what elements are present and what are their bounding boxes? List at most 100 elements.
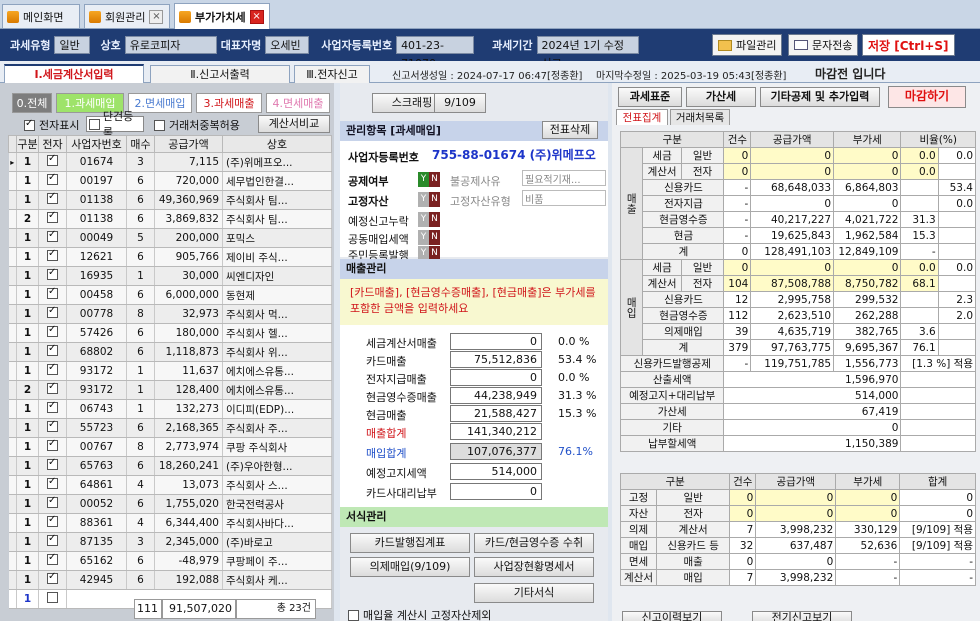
checkbox-icon[interactable] [47,172,58,185]
tab-e-filing[interactable]: Ⅲ.전자신고 [294,65,370,83]
duplicate-allow-toggle[interactable]: 거래처중복허용 [154,117,240,133]
checkbox-icon[interactable] [47,438,58,451]
table-row[interactable]: 1 651626-48,979쿠팡페이 주... [8,551,332,571]
delete-all-button[interactable]: 전표삭제 [542,121,598,139]
table-row[interactable]: 1 6880261,118,873주식회사 위... [8,342,332,362]
company-field[interactable]: 유로코피자 [124,36,217,54]
other-forms-button[interactable]: 기타서식 [474,583,594,603]
rep-field[interactable]: 오세빈 [265,36,310,54]
fixed-type-select[interactable]: 비품 [522,190,606,206]
sales-row-input[interactable]: 21,588,427 [450,405,542,422]
close-icon[interactable]: × [149,9,164,24]
tab-client-list[interactable]: 거래처목록 [670,109,730,125]
penalty-button[interactable]: 가산세 [686,87,756,107]
checkbox-icon[interactable] [47,476,58,489]
table-row[interactable]: 1 8836146,344,400주식회사바다... [8,513,332,533]
deduct-yn[interactable]: YN [418,171,440,187]
sales-row-input[interactable]: 0 [450,369,542,386]
fixed-yn[interactable]: YN [418,191,440,207]
exclude-fixed-toggle[interactable]: 매입율 계산시 고정자산제외 [348,607,491,621]
checkbox-icon[interactable] [47,324,58,337]
close-period-button[interactable]: 마감하기 [888,86,966,108]
table-row[interactable]: 1 001976720,000세무법인한결... [8,171,332,191]
checkbox-icon[interactable] [24,118,35,131]
tab-members[interactable]: 회원관리 × [84,4,170,28]
card-receipt-button[interactable]: 카드/현금영수증 수취 [474,533,594,553]
checkbox-icon[interactable] [47,191,58,204]
tax-type-field[interactable]: 일반 [54,36,91,54]
save-button[interactable]: 저장 [Ctrl+S] [862,34,955,56]
filter-all[interactable]: 0.전체 [12,93,52,113]
table-row[interactable]: 1 0045866,000,000동현제 [8,285,332,305]
table-row[interactable]: 1 01138649,360,969주식회사 팀... [8,190,332,210]
checkbox-icon[interactable] [47,552,58,565]
close-icon[interactable]: × [249,9,264,24]
checkbox-icon[interactable] [47,533,58,546]
checkbox-icon[interactable] [47,400,58,413]
checkbox-icon[interactable] [47,514,58,527]
compare-button[interactable]: 계산서비교 [258,115,330,133]
sales-row-input[interactable]: 0 [450,333,542,350]
checkbox-icon[interactable] [47,305,58,318]
tab-voucher-summary[interactable]: 전표집계 [616,109,668,125]
table-row[interactable]: 193172111,637에치에스유통... [8,361,332,381]
table-row[interactable]: 1 574266180,000주식회사 헬... [8,323,332,343]
nondeduct-select[interactable]: 필요적기재... [522,170,606,186]
checkbox-icon[interactable] [348,609,359,621]
sales-row-input[interactable]: 44,238,949 [450,387,542,404]
table-row[interactable]: 1 126216905,766제이비 주식... [8,247,332,267]
table-row[interactable]: 1 8713532,345,000(주)바로고 [8,532,332,552]
table-row[interactable]: 1 429456192,088주식회사 케... [8,570,332,590]
checkbox-icon[interactable] [47,571,58,584]
table-row[interactable]: ▸1 0167437,115(주)위메프오... [8,152,332,172]
checkbox-icon[interactable] [47,381,58,394]
table-row[interactable]: 1 64861413,073주식회사 스... [8,475,332,495]
checkbox-icon[interactable] [47,286,58,299]
electronic-toggle[interactable]: 전자표시 [24,117,79,133]
table-row[interactable]: 1067431132,273이디피(EDP)... [8,399,332,419]
single-entry-toggle[interactable]: 단건등록 [86,110,144,139]
filter-exempt-sales[interactable]: 4.면세매출 [266,93,330,113]
filter-taxed-sales[interactable]: 3.과세매출 [196,93,262,113]
table-row[interactable]: 1 00778832,973주식회사 먹... [8,304,332,324]
checkbox-icon[interactable] [47,592,58,603]
table-row[interactable]: 1 5572362,168,365주식회사 주... [8,418,332,438]
sms-button[interactable]: 문자전송 [788,34,859,56]
checkbox-icon[interactable] [47,457,58,470]
tab-main[interactable]: 메인화면 [2,4,80,28]
table-row[interactable]: 116935130,000씨엔디자인 [8,266,332,286]
checkbox-icon[interactable] [89,118,100,130]
file-manage-button[interactable]: 파일관리 [712,34,783,56]
other-deduct-button[interactable]: 기타공제 및 추가입력 [760,87,880,107]
checkbox-icon[interactable] [47,210,58,223]
table-row[interactable]: 1 0005261,755,020한국전력공사 [8,494,332,514]
checkbox-icon[interactable] [47,419,58,432]
tab-report-print[interactable]: Ⅱ.신고서출력 [150,65,290,83]
business-status-button[interactable]: 사업장현황명세서 [474,557,594,577]
checkbox-icon[interactable] [47,267,58,280]
tax-base-button[interactable]: 과세표준 [618,87,682,107]
prepaid-input[interactable]: 514,000 [450,463,542,480]
tab-vat[interactable]: 부가가치세 × [174,3,270,29]
card-summary-button[interactable]: 카드발행집계표 [350,533,470,553]
checkbox-icon[interactable] [47,229,58,242]
checkbox-icon[interactable] [47,343,58,356]
history-button[interactable]: 신고이력보기 [622,611,722,621]
period-field[interactable]: 2024년 1기 수정신고 [536,36,639,70]
deemed-purchase-button[interactable]: 의제매입(9/109) [350,557,470,577]
tab-invoice-input[interactable]: Ⅰ.세금계산서입력 [4,64,144,84]
checkbox-icon[interactable] [154,119,165,131]
card-agent-input[interactable]: 0 [450,483,542,500]
checkbox-icon[interactable] [47,495,58,508]
prev-report-button[interactable]: 전기신고보기 [752,611,852,621]
table-row[interactable]: 1 65763618,260,241(주)우아한형... [8,456,332,476]
table-row[interactable]: 2 931721128,400에치에스유통... [8,380,332,400]
checkbox-icon[interactable] [47,248,58,261]
checkbox-icon[interactable] [47,153,58,166]
table-row[interactable]: 1 000495200,000포믹스 [8,228,332,248]
table-row[interactable]: 1 0076782,773,974쿠팡 주식회사 [8,437,332,457]
joint-yn[interactable]: YN [418,229,440,245]
table-row[interactable]: 2 0113863,869,832주식회사 팀... [8,209,332,229]
checkbox-icon[interactable] [47,362,58,375]
pre-yn[interactable]: YN [418,211,440,227]
